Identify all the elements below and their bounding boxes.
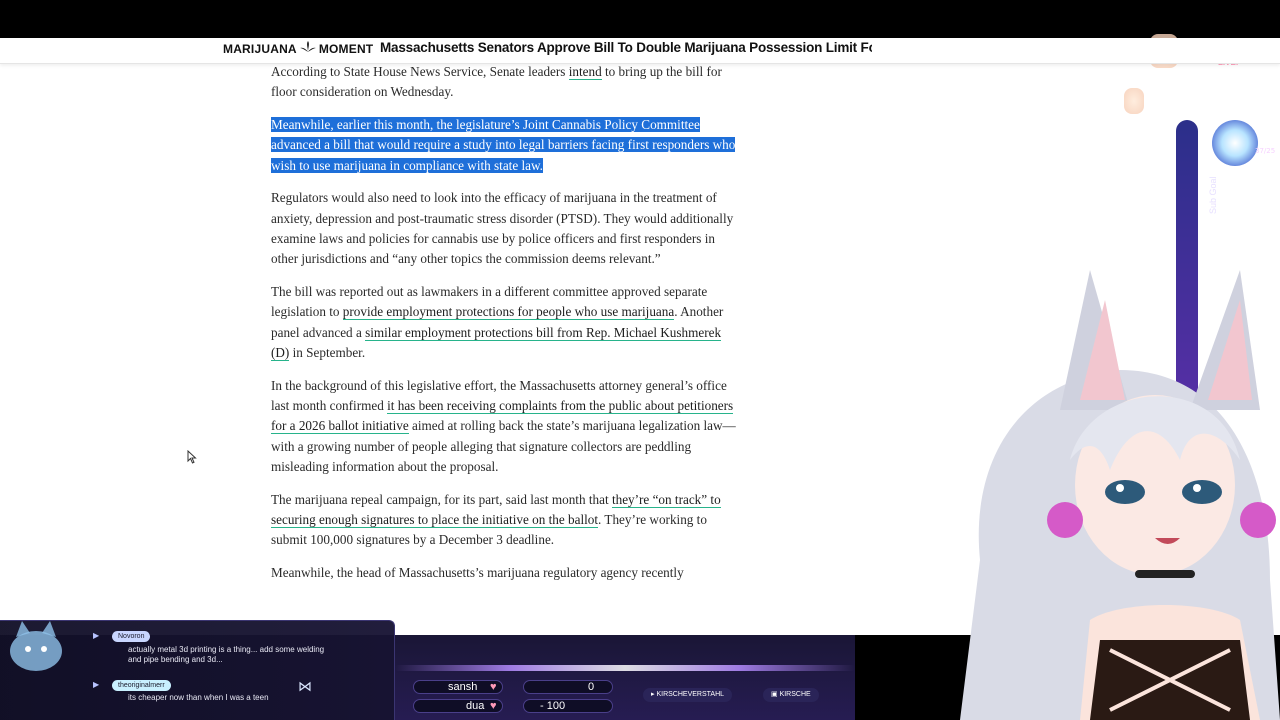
twitter-button[interactable]: ▸ KIRSCHEVERSTAHL: [643, 688, 733, 702]
paragraph-7: Meanwhile, the head of Massachusetts’s m…: [271, 563, 741, 583]
link-employment-protections[interactable]: provide employment protections for peopl…: [342, 304, 675, 321]
bow-icon: ⋈: [298, 680, 312, 695]
player2-value: - 100: [540, 700, 566, 712]
paragraph-2-selected: Meanwhile, earlier this month, the legis…: [271, 115, 741, 176]
chat-icon: ▣: [771, 691, 780, 698]
cursor-icon: [187, 449, 197, 464]
paragraph-5: In the background of this legislative ef…: [271, 376, 741, 477]
vtuber-avatar: [940, 260, 1280, 720]
leaf-logo-icon: [299, 41, 317, 56]
orb-decoration: [1212, 120, 1258, 166]
heart-icon: ♥: [490, 700, 497, 712]
p2-text-1: Meanwhile, earlier this month, the legis…: [271, 117, 700, 133]
cat-mascot-icon: [6, 615, 66, 675]
p4-text-3: in September.: [289, 345, 366, 361]
p1-text-1: According to State House News Service, S…: [271, 64, 569, 79]
player2-name: dua: [466, 700, 485, 712]
play-arrow-icon: ▶: [93, 631, 100, 640]
p3-text: Regulators would also need to look into …: [271, 190, 734, 267]
link-advanced-bill[interactable]: advanced a bill: [271, 137, 351, 153]
player1-name: sansh: [448, 681, 478, 693]
paragraph-3: Regulators would also need to look into …: [271, 188, 741, 269]
chat-button[interactable]: ▣ KIRSCHE: [763, 688, 819, 702]
heart-icon: ♥: [490, 681, 497, 693]
p6-text-1: The marijuana repeal campaign, for its p…: [271, 491, 612, 507]
stream-bottom-bar: sansh ♥ 0 dua ♥ - 100 ▸ KIRSCHEVERSTAHL …: [395, 635, 855, 720]
play-arrow-icon: ▶: [93, 680, 100, 689]
player1-score-pill: 0: [523, 680, 613, 694]
logo-left: MARIJUANA: [223, 41, 297, 56]
twitter-handle: KIRSCHEVERSTAHL: [656, 691, 725, 698]
player1-value: 0: [588, 681, 595, 693]
sub-goal-label: Sub Goal: [1208, 176, 1218, 214]
stream-chat-overlay: ▶ Novoron actually metal 3d printing is …: [0, 620, 395, 720]
player2-pill: dua ♥: [413, 699, 503, 713]
site-logo[interactable]: MARIJUANA MOMENT: [223, 41, 373, 56]
paragraph-4: The bill was reported out as lawmakers i…: [271, 282, 741, 363]
chat-handle: KIRSCHE: [779, 691, 811, 698]
article-body: According to State House News Service, S…: [271, 62, 741, 596]
player2-score-pill: - 100: [523, 699, 613, 713]
chat-message: actually metal 3d printing is a thing...…: [128, 645, 325, 664]
article-title: Massachusetts Senators Approve Bill To D…: [380, 40, 872, 55]
link-intend[interactable]: intend: [568, 64, 602, 80]
glow-line: [395, 665, 855, 671]
player1-pill: sansh ♥: [413, 680, 503, 694]
chat-username[interactable]: theoriginalmerr: [112, 680, 171, 691]
p7-text: Meanwhile, the head of Massachusetts’s m…: [271, 565, 684, 581]
sticky-header: MARIJUANA MOMENT Massachusetts Senators …: [0, 38, 1280, 64]
paragraph-6: The marijuana repeal campaign, for its p…: [271, 490, 741, 551]
lantern-decoration: [1124, 88, 1144, 114]
goal-count: 37/25: [1255, 147, 1276, 155]
paragraph-1: According to State House News Service, S…: [271, 62, 741, 103]
chat-username[interactable]: Novoron: [112, 631, 151, 642]
logo-right: MOMENT: [318, 41, 374, 56]
